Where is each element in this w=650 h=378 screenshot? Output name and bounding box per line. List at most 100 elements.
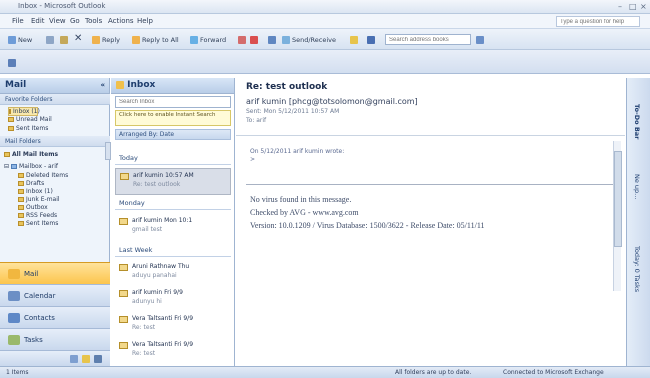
nav-calendar-button[interactable]: Calendar xyxy=(0,284,110,306)
group-last-week[interactable]: Last Week xyxy=(115,246,231,257)
mail-folders-header[interactable]: Mail Folders xyxy=(0,136,110,147)
calendar-icon xyxy=(8,290,20,301)
send-receive-button[interactable]: Send/Receive xyxy=(282,34,336,46)
fav-sent[interactable]: Sent Items xyxy=(8,125,48,132)
list-item[interactable]: Vera Taltsanti Fri 9/9 Re: test xyxy=(115,338,231,365)
folder-sent[interactable]: Sent Items xyxy=(18,220,58,227)
inbox-search-input[interactable] xyxy=(115,96,231,108)
address-search-icon[interactable] xyxy=(367,34,375,46)
nav-shortcuts-bar[interactable] xyxy=(0,350,110,366)
fav-inbox[interactable]: Inbox (1) xyxy=(8,107,40,116)
av-line-1: No virus found in this message. xyxy=(250,195,352,204)
folder-rss[interactable]: RSS Feeds xyxy=(18,212,57,219)
close-icon[interactable]: × xyxy=(640,2,647,11)
todo-appointments[interactable]: Ne up... xyxy=(633,174,641,199)
reply-button[interactable]: Reply xyxy=(92,34,120,46)
message-sent: Sent: Mon 5/12/2011 10:57 AM xyxy=(246,108,340,115)
favorites-header[interactable]: Favorite Folders xyxy=(0,94,110,105)
group-today[interactable]: Today xyxy=(115,154,231,165)
folder-drafts[interactable]: Drafts xyxy=(18,180,44,187)
menu-edit[interactable]: Edit xyxy=(31,17,45,25)
menu-view[interactable]: View xyxy=(49,17,66,25)
inbox-folder-icon xyxy=(116,80,124,89)
divider xyxy=(246,184,614,185)
inbox-header: Inbox xyxy=(111,78,234,94)
list-item[interactable]: Aruni Rathnaw Thu aduyu panahai xyxy=(115,260,231,287)
forward-icon xyxy=(190,36,198,44)
group-monday[interactable]: Monday xyxy=(115,199,231,210)
status-sync: All folders are up to date. xyxy=(395,369,472,376)
tasks-icon xyxy=(8,334,20,345)
categorize-icon[interactable] xyxy=(238,34,246,46)
message-body: On 5/12/2011 arif kumin wrote: > No viru… xyxy=(246,140,618,360)
list-item[interactable]: arif kumin Mon 10:1 gmail test xyxy=(115,214,231,241)
instant-search-banner[interactable]: Click here to enable Instant Search xyxy=(115,110,231,126)
navigation-pane: Mail « Favorite Folders Inbox (1) Unread … xyxy=(0,78,111,366)
send-receive-icon xyxy=(282,36,290,44)
menu-go[interactable]: Go xyxy=(70,17,80,25)
mailbox-root[interactable]: ⊟ Mailbox - arif xyxy=(4,163,58,170)
todo-bar-title[interactable]: To-Do Bar xyxy=(633,104,641,139)
notes-icon xyxy=(70,354,78,363)
reading-scrollbar[interactable] xyxy=(613,141,622,291)
forward-button[interactable]: Forward xyxy=(190,34,226,46)
av-line-2: Checked by AVG - www.avg.com xyxy=(250,208,359,217)
reply-all-button[interactable]: Reply to All xyxy=(132,34,179,46)
address-book-icon[interactable] xyxy=(268,34,276,46)
list-item[interactable]: Vera Taltsanti Fri 9/9 Re: test xyxy=(115,312,231,339)
all-mail-items[interactable]: All Mail Items xyxy=(4,151,58,158)
nav-mail-button[interactable]: Mail xyxy=(0,262,110,284)
folder-inbox[interactable]: Inbox (1) xyxy=(18,188,53,195)
message-header: Re: test outlook arif kumin [phcg@totsol… xyxy=(236,78,625,136)
envelope-icon xyxy=(119,290,128,297)
message-to: To: arif xyxy=(246,117,267,124)
move-icon[interactable] xyxy=(60,34,68,46)
reply-all-icon xyxy=(132,36,140,44)
flag-icon[interactable] xyxy=(250,34,258,46)
menu-tools[interactable]: Tools xyxy=(85,17,102,25)
standard-toolbar: New ✕ Reply Reply to All Forward Send/Re… xyxy=(0,29,650,50)
nav-contacts-button[interactable]: Contacts xyxy=(0,306,110,328)
av-line-3: Version: 10.0.1209 / Virus Database: 150… xyxy=(250,221,485,230)
fav-unread[interactable]: Unread Mail xyxy=(8,116,52,123)
address-book-search[interactable] xyxy=(385,34,471,45)
menu-file[interactable]: File xyxy=(12,17,24,25)
folder-junk[interactable]: Junk E-mail xyxy=(18,196,60,203)
todo-tasks[interactable]: Today: 0 Tasks xyxy=(633,246,641,292)
window-title: Inbox - Microsoft Outlook xyxy=(18,2,106,10)
menu-help[interactable]: Help xyxy=(137,17,153,25)
reading-pane: Re: test outlook arif kumin [phcg@totsol… xyxy=(236,78,625,366)
secondary-toolbar xyxy=(0,50,650,74)
scroll-thumb[interactable] xyxy=(614,151,622,247)
list-item[interactable]: arif kumin Fri 9/9 adunyu hi xyxy=(115,286,231,313)
quote-marker: > xyxy=(250,156,256,163)
maximize-icon[interactable]: □ xyxy=(629,2,637,11)
nav-tasks-button[interactable]: Tasks xyxy=(0,328,110,350)
status-count: 1 Items xyxy=(6,369,29,376)
contacts-icon xyxy=(8,312,20,323)
reply-icon xyxy=(92,36,100,44)
shortcuts-icon xyxy=(94,354,102,363)
help-icon[interactable] xyxy=(350,34,358,46)
mail-icon xyxy=(8,268,20,279)
nav-pane-header: Mail « xyxy=(0,78,109,94)
list-item[interactable]: arif kumin 10:57 AM Re: test outlook xyxy=(115,168,231,195)
message-from: arif kumin [phcg@totsolomon@gmail.com] xyxy=(246,97,418,106)
new-button[interactable]: New xyxy=(8,34,32,46)
print-icon[interactable] xyxy=(46,34,54,46)
folder-deleted[interactable]: Deleted Items xyxy=(18,172,68,179)
minimize-icon[interactable]: – xyxy=(618,2,622,11)
arranged-by-header[interactable]: Arranged By: Date xyxy=(115,129,231,140)
collapse-chevron-icon[interactable]: « xyxy=(100,81,105,89)
envelope-icon xyxy=(120,173,129,180)
menu-actions[interactable]: Actions xyxy=(108,17,134,25)
todo-bar: To-Do Bar Ne up... Today: 0 Tasks xyxy=(626,78,650,366)
help-button-icon[interactable] xyxy=(476,34,484,46)
envelope-icon xyxy=(119,342,128,349)
rules-icon[interactable] xyxy=(8,57,16,69)
folder-outbox[interactable]: Outbox xyxy=(18,204,48,211)
envelope-icon xyxy=(119,316,128,323)
help-question-input[interactable] xyxy=(556,16,640,27)
delete-icon[interactable]: ✕ xyxy=(74,32,82,44)
envelope-icon xyxy=(119,264,128,271)
